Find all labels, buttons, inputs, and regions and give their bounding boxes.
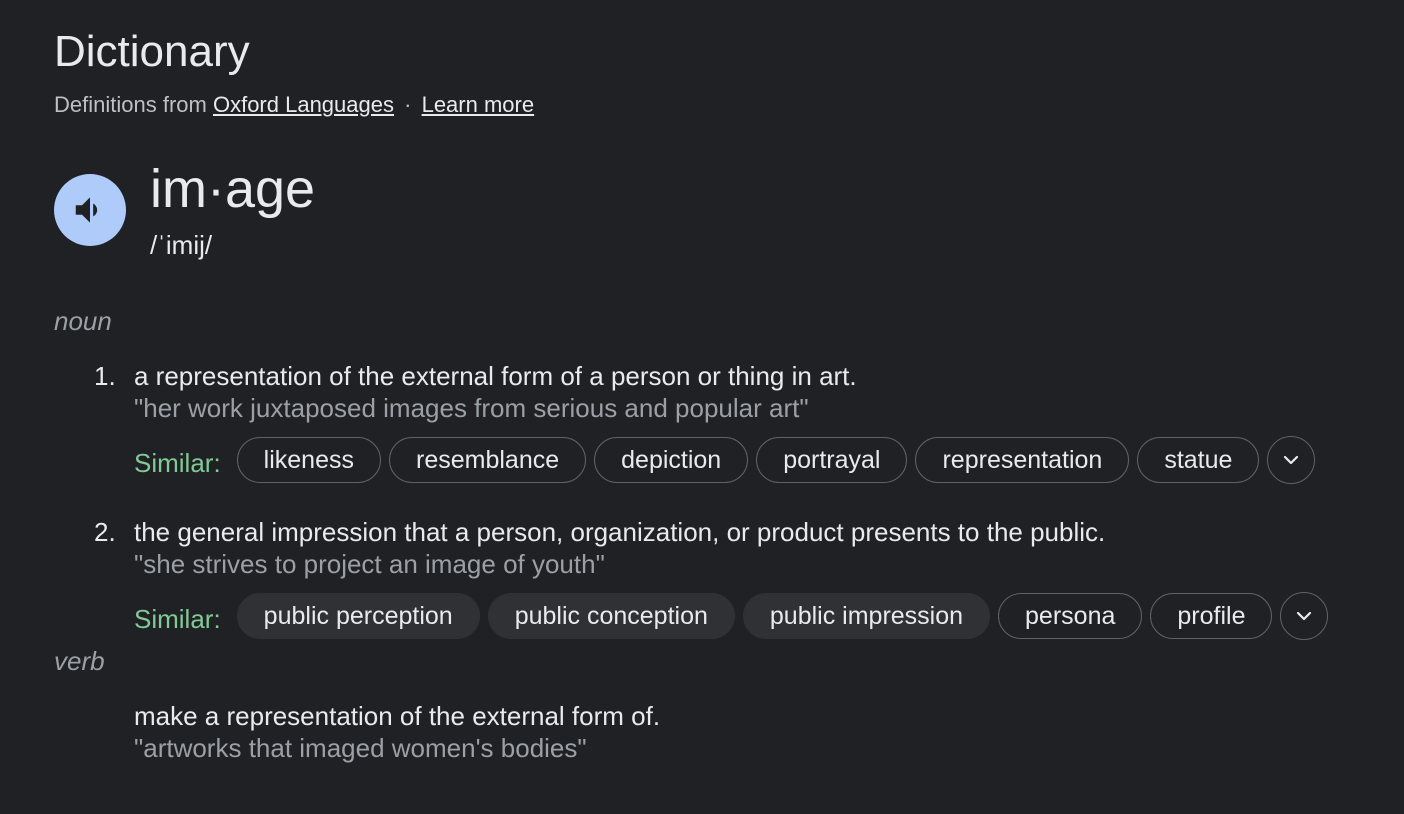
similar-chip[interactable]: portrayal xyxy=(756,437,908,483)
similar-chip[interactable]: profile xyxy=(1150,593,1273,639)
expand-similar-button[interactable] xyxy=(1267,436,1316,484)
definition-text: make a representation of the external fo… xyxy=(134,701,661,731)
volume-icon xyxy=(75,197,98,223)
headword: im·age xyxy=(150,159,316,219)
phonetic-spelling: /ˈimij/ xyxy=(150,230,213,260)
chevron-down-icon xyxy=(1297,611,1312,621)
pronunciation-button[interactable] xyxy=(54,174,126,246)
definition-example: "artworks that imaged women's bodies" xyxy=(134,733,587,763)
similar-chip[interactable]: public perception xyxy=(236,593,480,639)
part-of-speech-noun: noun xyxy=(54,306,112,336)
definition-text: the general impression that a person, or… xyxy=(134,517,1106,547)
definition-example: "her work juxtaposed images from serious… xyxy=(134,393,809,423)
similar-chip[interactable]: persona xyxy=(998,593,1143,639)
similar-chip[interactable]: likeness xyxy=(236,437,381,483)
similar-label: Similar: xyxy=(134,447,221,478)
similar-chip[interactable]: representation xyxy=(915,437,1130,483)
definition-number: 1. xyxy=(94,361,116,391)
dictionary-panel: Dictionary Definitions from Oxford Langu… xyxy=(0,0,1404,814)
panel-title: Dictionary xyxy=(54,27,250,76)
similar-label: Similar: xyxy=(134,603,221,634)
similar-chip[interactable]: public impression xyxy=(742,593,991,639)
similar-row: Similar: public perception public concep… xyxy=(134,592,1329,640)
similar-row: Similar: likeness resemblance depiction … xyxy=(134,436,1316,484)
definition-text: a representation of the external form of… xyxy=(134,361,857,391)
definition-number: 2. xyxy=(94,517,116,547)
source-line: Definitions from Oxford Languages · Lear… xyxy=(54,92,534,118)
similar-chip[interactable]: public conception xyxy=(487,593,735,639)
source-prefix: Definitions from xyxy=(54,92,207,117)
separator-dot: · xyxy=(404,92,412,117)
oxford-languages-link[interactable]: Oxford Languages xyxy=(213,92,394,117)
learn-more-link[interactable]: Learn more xyxy=(422,92,535,117)
chevron-down-icon xyxy=(1284,455,1299,465)
similar-chip[interactable]: depiction xyxy=(594,437,749,483)
expand-similar-button[interactable] xyxy=(1280,592,1329,640)
definition-example: "she strives to project an image of yout… xyxy=(134,549,605,579)
part-of-speech-verb: verb xyxy=(54,646,105,676)
similar-chip[interactable]: resemblance xyxy=(389,437,587,483)
similar-chip[interactable]: statue xyxy=(1137,437,1260,483)
